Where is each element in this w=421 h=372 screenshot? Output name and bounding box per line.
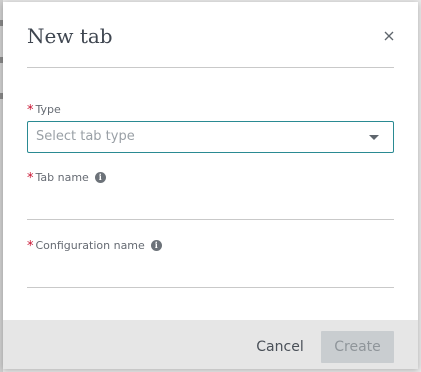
tab-name-label-text: Tab name [35, 171, 89, 184]
required-marker: * [27, 239, 34, 254]
type-label: * Type [27, 103, 61, 118]
info-icon[interactable]: i [150, 240, 162, 251]
tab-type-select[interactable]: Select tab type [27, 121, 394, 153]
new-tab-dialog: New tab * Type Select tab type * Tab nam… [3, 2, 418, 369]
info-icon[interactable]: i [94, 172, 106, 183]
configuration-name-input[interactable] [27, 261, 394, 288]
caret-down-icon [369, 135, 379, 140]
required-marker: * [27, 171, 34, 186]
dialog-footer: Cancel Create [3, 320, 418, 369]
dialog-title: New tab [27, 24, 113, 48]
create-button[interactable]: Create [321, 331, 394, 363]
configuration-name-label: * Configuration name i [27, 239, 162, 254]
close-icon [384, 31, 394, 41]
type-label-text: Type [35, 103, 61, 116]
tab-name-input[interactable] [27, 193, 394, 220]
close-button[interactable] [382, 28, 396, 42]
tab-name-label: * Tab name i [27, 171, 106, 186]
dialog-header: New tab [3, 2, 418, 68]
cancel-button[interactable]: Cancel [250, 331, 310, 363]
required-marker: * [27, 103, 34, 118]
configuration-name-label-text: Configuration name [35, 239, 145, 252]
header-divider [27, 67, 394, 68]
tab-type-placeholder: Select tab type [36, 129, 135, 144]
